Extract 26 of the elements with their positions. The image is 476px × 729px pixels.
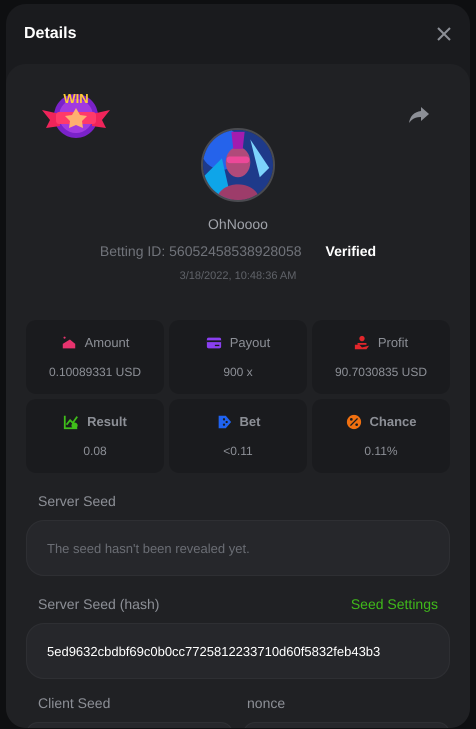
username: OhNoooo: [208, 215, 268, 234]
field-label: Server Seed (hash): [38, 595, 160, 614]
field-label: Client Seed: [38, 694, 112, 713]
window-title: Details: [24, 24, 76, 44]
share-icon[interactable]: [408, 106, 430, 124]
bet-time: 3/18/2022, 10:48:36 AM: [180, 269, 296, 284]
field-label: nonce: [247, 694, 286, 713]
input-field[interactable]: The seed hasn't been revealed yet.: [26, 520, 450, 576]
field-label: Server Seed: [38, 492, 117, 511]
stat-label: Bet: [240, 413, 260, 432]
close-icon[interactable]: [436, 26, 452, 42]
stat-label: Payout: [230, 334, 270, 352]
seed-settings-link[interactable]: Seed Settings: [350, 594, 438, 615]
stat-label: Amount: [84, 334, 130, 352]
stat-label: Result: [87, 413, 127, 432]
stat-value: 0.11%: [364, 442, 398, 460]
input-field[interactable]: 5ed9632cbdbf69c0b0cc7725812233710d60f5832feb43b3: [26, 623, 450, 679]
betting-id: Betting ID: 56052458538928058: [100, 242, 302, 261]
verified-label: Verified: [326, 242, 376, 261]
stat-value: <0.11: [223, 442, 253, 460]
stat-label: Profit: [378, 334, 408, 352]
stat-value: 0.10089331 USD: [48, 364, 142, 381]
stat-value: 0.08: [83, 442, 107, 460]
stat-label: Chance: [370, 413, 416, 432]
stat-value: 90.7030835 USD: [334, 364, 428, 381]
stat-value: 900 x: [223, 364, 253, 381]
